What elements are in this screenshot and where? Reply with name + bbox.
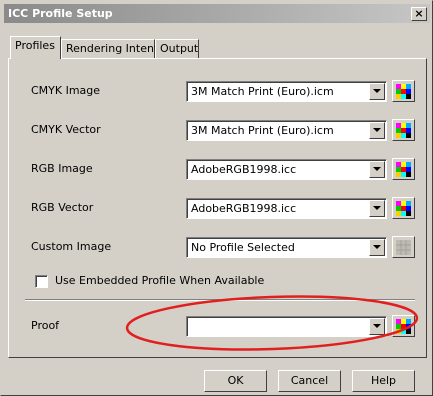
close-icon: × <box>414 7 424 20</box>
help-button[interactable]: Help <box>352 370 415 392</box>
tab-output[interactable]: Output <box>155 39 199 59</box>
tab-output-label: Output <box>160 42 199 55</box>
cancel-button[interactable]: Cancel <box>278 370 341 392</box>
tab-rendering-intents[interactable]: Rendering Intents <box>61 39 164 59</box>
profiles-panel <box>8 58 427 358</box>
icc-profile-setup-dialog: ICC Profile Setup × Profiles Rendering I… <box>0 0 433 396</box>
tab-profiles-label: Profiles <box>15 39 55 52</box>
tab-profiles[interactable]: Profiles <box>10 36 61 59</box>
ok-button[interactable]: OK <box>204 370 267 392</box>
close-button[interactable]: × <box>411 7 427 21</box>
tab-rendering-intents-label: Rendering Intents <box>66 42 164 55</box>
title-bar: ICC Profile Setup × <box>4 4 430 23</box>
window-title: ICC Profile Setup <box>8 7 113 20</box>
